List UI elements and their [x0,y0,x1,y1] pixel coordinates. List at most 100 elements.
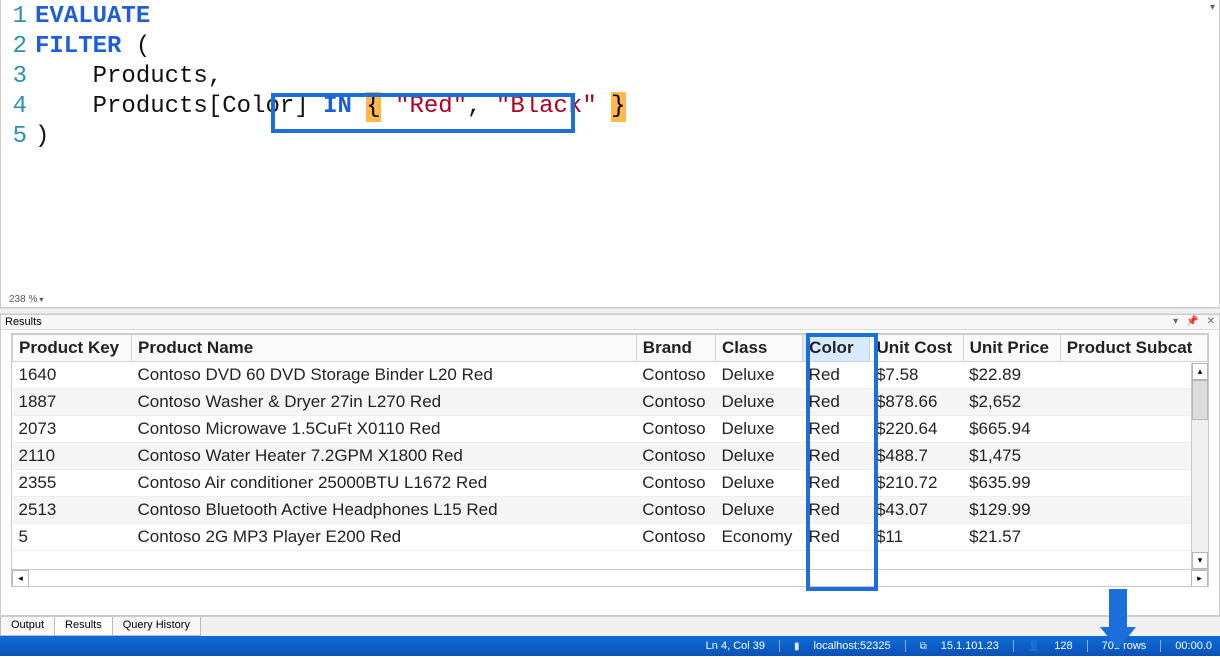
zoom-indicator[interactable]: 238 % ▾ [9,294,43,305]
table-cell: Contoso [636,416,715,443]
code-token: Color [222,92,294,122]
table-cell: Red [803,497,870,524]
table-cell: Deluxe [716,497,803,524]
table-cell: Contoso [636,362,715,389]
code-token [381,92,395,122]
column-header[interactable]: Color [803,335,870,362]
results-pane: Results ▾ 📌 ✕ Product KeyProduct NameBra… [0,314,1220,616]
table-row[interactable]: 1887Contoso Washer & Dryer 27in L270 Red… [13,389,1208,416]
code-token: ] [294,92,308,122]
table-cell: Contoso DVD 60 DVD Storage Binder L20 Re… [131,362,636,389]
code-line[interactable]: 4 Products[Color] IN { "Red", "Black" } [1,92,1219,122]
code-token: "Red" [395,92,467,122]
code-token: Products [93,62,208,92]
table-row[interactable]: 2073Contoso Microwave 1.5CuFt X0110 RedC… [13,416,1208,443]
code-line[interactable]: 2FILTER ( [1,32,1219,62]
table-cell [1060,497,1207,524]
table-cell: Contoso Water Heater 7.2GPM X1800 Red [131,443,636,470]
line-number: 5 [1,122,35,152]
column-header[interactable]: Unit Cost [870,335,963,362]
table-cell: $22.89 [963,362,1060,389]
zoom-value: 238 % [9,294,37,305]
server-name: localhost:52325 [814,640,891,652]
dropdown-icon[interactable]: ▾ [1173,316,1178,328]
table-cell: 1887 [13,389,132,416]
scroll-down-icon[interactable]: ▾ [1192,552,1208,569]
column-header[interactable]: Product Name [131,335,636,362]
user-count: 128 [1054,640,1072,652]
bottom-tabs: OutputResultsQuery History [0,616,1220,636]
table-cell: Red [803,470,870,497]
table-cell [1060,416,1207,443]
results-grid[interactable]: Product KeyProduct NameBrandClassColorUn… [12,334,1208,551]
table-cell: 2355 [13,470,132,497]
results-title: Results [5,316,42,328]
table-row[interactable]: 5Contoso 2G MP3 Player E200 RedContosoEc… [13,524,1208,551]
column-header[interactable]: Product Subcat [1060,335,1207,362]
cursor-position: Ln 4, Col 39 [706,640,765,652]
table-cell: Contoso Washer & Dryer 27in L270 Red [131,389,636,416]
table-row[interactable]: 1640Contoso DVD 60 DVD Storage Binder L2… [13,362,1208,389]
table-cell: Contoso [636,470,715,497]
table-cell: Contoso [636,497,715,524]
editor-pane[interactable]: ▾ 1EVALUATE2FILTER (3 Products,4 Product… [0,0,1220,308]
user-icon: 👤 [1028,641,1040,652]
table-cell: $2,652 [963,389,1060,416]
tab-results[interactable]: Results [54,617,113,636]
table-cell: 1640 [13,362,132,389]
version-icon: ⧉ [920,641,927,652]
code-editor[interactable]: 1EVALUATE2FILTER (3 Products,4 Products[… [1,0,1219,154]
code-token [352,92,366,122]
code-line[interactable]: 3 Products, [1,62,1219,92]
table-cell: $210.72 [870,470,963,497]
table-cell: Red [803,389,870,416]
table-cell: Contoso 2G MP3 Player E200 Red [131,524,636,551]
table-cell: Red [803,443,870,470]
code-token: IN [323,92,352,122]
table-row[interactable]: 2355Contoso Air conditioner 25000BTU L16… [13,470,1208,497]
close-icon[interactable]: ✕ [1207,316,1215,328]
table-cell: Contoso [636,389,715,416]
code-line[interactable]: 5) [1,122,1219,152]
vertical-scrollbar[interactable]: ▴ ▾ [1191,363,1208,569]
scroll-left-icon[interactable]: ◂ [12,570,29,587]
horizontal-scrollbar[interactable]: ◂ ▸ [12,569,1208,586]
column-header[interactable]: Product Key [13,335,132,362]
code-token: { [366,92,380,122]
table-cell: $488.7 [870,443,963,470]
line-number: 4 [1,92,35,122]
table-cell: $878.66 [870,389,963,416]
line-number: 2 [1,32,35,62]
row-count: 701 rows [1102,640,1147,652]
scroll-right-icon[interactable]: ▸ [1191,570,1208,587]
code-token: Products [93,92,208,122]
code-line[interactable]: 1EVALUATE [1,2,1219,32]
code-token [482,92,496,122]
table-cell: Contoso Air conditioner 25000BTU L1672 R… [131,470,636,497]
table-row[interactable]: 2513Contoso Bluetooth Active Headphones … [13,497,1208,524]
code-token: } [611,92,625,122]
table-cell: Red [803,524,870,551]
code-token: ) [35,122,49,152]
table-cell [1060,443,1207,470]
pin-icon[interactable]: ▾ [1210,2,1215,13]
column-header[interactable]: Brand [636,335,715,362]
tab-output[interactable]: Output [0,617,55,636]
tab-query-history[interactable]: Query History [112,617,201,636]
table-cell: 2513 [13,497,132,524]
table-cell: $665.94 [963,416,1060,443]
table-cell: $7.58 [870,362,963,389]
code-token: , [467,92,481,122]
scroll-up-icon[interactable]: ▴ [1192,363,1208,380]
scroll-thumb[interactable] [1192,380,1208,420]
table-cell: Deluxe [716,416,803,443]
column-header[interactable]: Unit Price [963,335,1060,362]
code-token: , [208,62,222,92]
hscroll-track[interactable] [29,570,1191,586]
table-cell [1060,389,1207,416]
pin-icon[interactable]: 📌 [1186,316,1198,328]
chevron-down-icon[interactable]: ▾ [39,295,43,304]
column-header[interactable]: Class [716,335,803,362]
table-cell: $1,475 [963,443,1060,470]
table-row[interactable]: 2110Contoso Water Heater 7.2GPM X1800 Re… [13,443,1208,470]
